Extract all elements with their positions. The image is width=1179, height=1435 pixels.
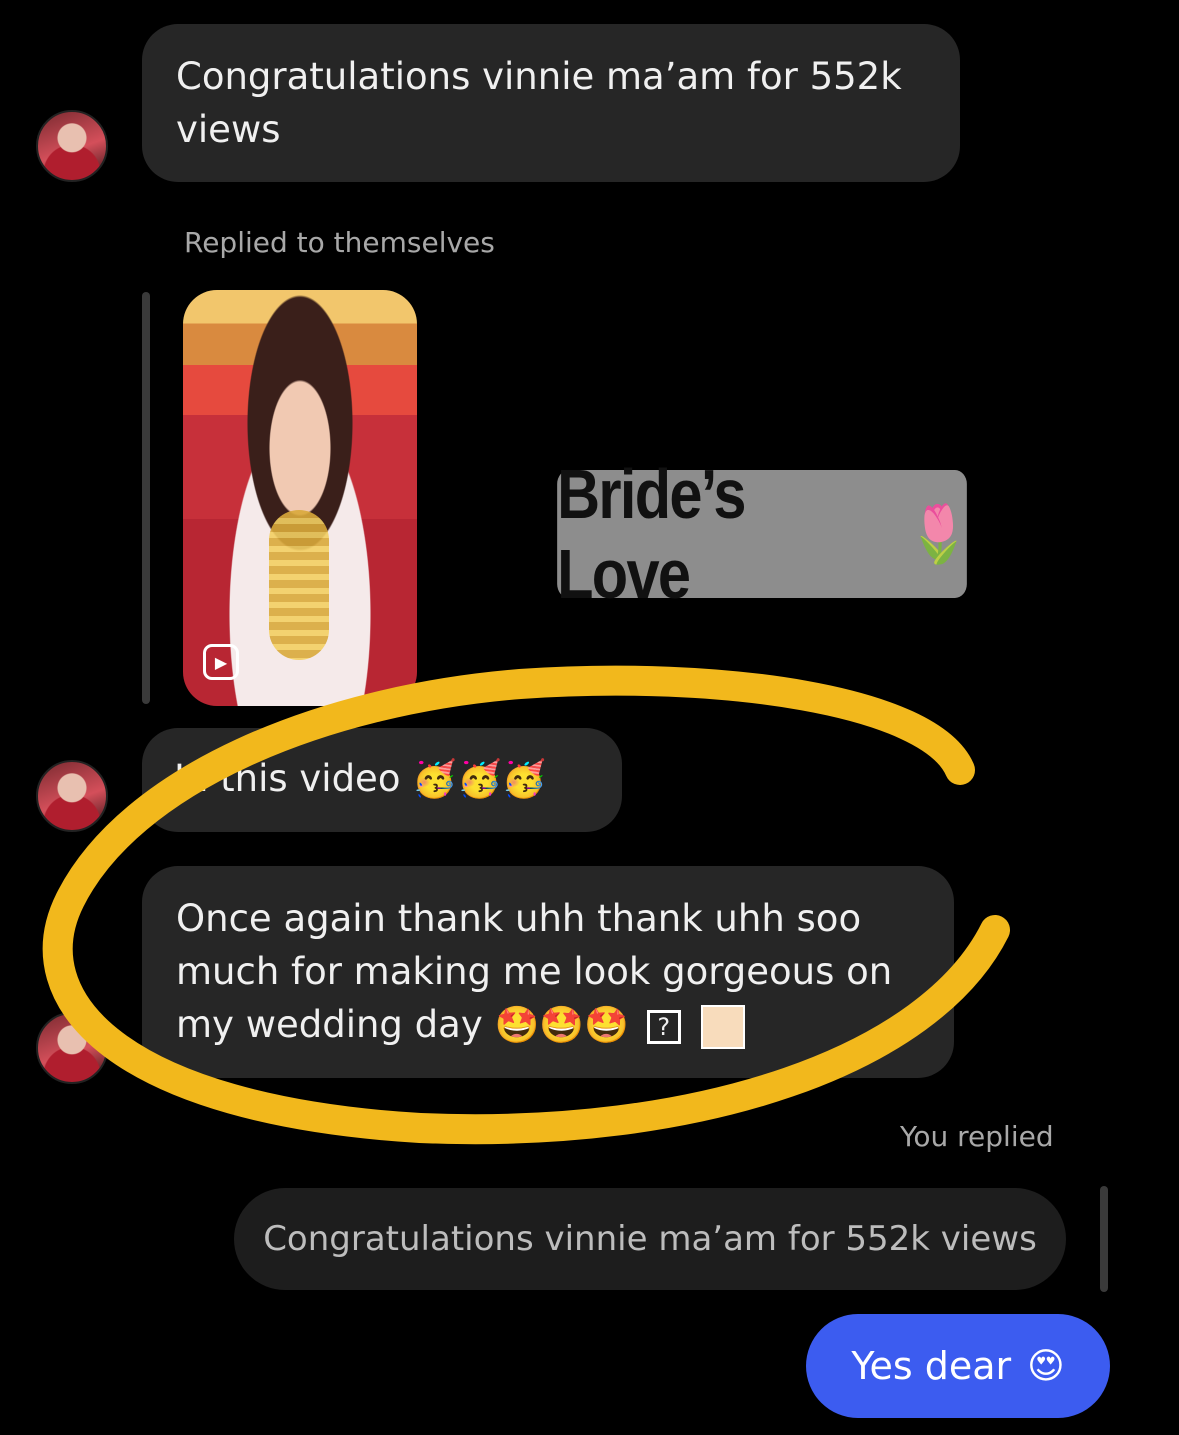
you-replied-label: You replied xyxy=(900,1120,1054,1153)
sticker-text: Bride’s Love xyxy=(557,455,746,613)
avatar[interactable] xyxy=(36,760,108,832)
reel-icon: ▶ xyxy=(203,644,239,680)
tulip-icon: 🌷 xyxy=(909,502,968,565)
message-bubble[interactable]: Once again thank uhh thank uhh soo much … xyxy=(142,866,954,1078)
star-struck-icon: 🤩🤩🤩 xyxy=(494,1005,629,1046)
message-text: Congratulations vinnie ma’am for 552k vi… xyxy=(176,55,902,151)
reply-bar xyxy=(1100,1186,1108,1292)
message-bubble[interactable]: Congratulations vinnie ma’am for 552k vi… xyxy=(142,24,960,182)
reel-thumbnail[interactable]: ▶ xyxy=(183,290,417,706)
quoted-text: Congratulations vinnie ma’am for 552k vi… xyxy=(263,1219,1037,1259)
reply-bar xyxy=(142,292,150,704)
quoted-message[interactable]: Congratulations vinnie ma’am for 552k vi… xyxy=(234,1188,1066,1290)
reel-image-detail xyxy=(269,510,329,660)
partying-face-icon: 🥳🥳🥳 xyxy=(412,759,547,800)
reply-meta: Replied to themselves xyxy=(184,226,495,259)
story-sticker: Bride’s Love 🌷 xyxy=(557,455,969,613)
message-text: Yes dear xyxy=(851,1344,1012,1388)
outgoing-message[interactable]: Yes dear 😍 xyxy=(806,1314,1110,1418)
heart-eyes-icon: 😍 xyxy=(1027,1345,1065,1387)
message-text: In this video xyxy=(174,757,401,800)
unknown-glyph-icon: ? xyxy=(646,1009,681,1044)
message-bubble[interactable]: In this video 🥳🥳🥳 xyxy=(142,728,622,832)
skin-tone-icon xyxy=(700,1004,745,1049)
avatar[interactable] xyxy=(36,110,108,182)
avatar[interactable] xyxy=(36,1012,108,1084)
